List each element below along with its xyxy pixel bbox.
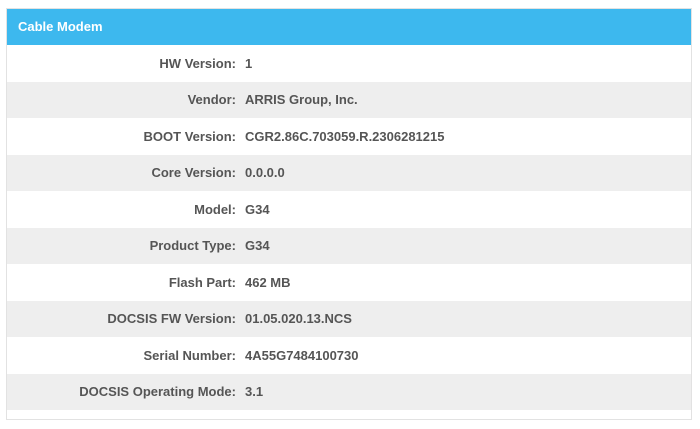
row-label: Vendor: <box>187 92 236 108</box>
row-value: 462 MB <box>245 274 291 290</box>
cable-modem-panel: Cable Modem HW Version: 1 Vendor: ARRIS … <box>6 8 692 420</box>
row-value: 0.0.0.0 <box>245 165 285 181</box>
row-product-type: Product Type: G34 <box>7 227 691 264</box>
row-value: G34 <box>245 201 270 217</box>
panel-title: Cable Modem <box>7 9 691 45</box>
row-value: 01.05.020.13.NCS <box>245 311 352 327</box>
row-hw-version: HW Version: 1 <box>7 45 691 82</box>
row-value: G34 <box>245 238 270 254</box>
row-boot-version: BOOT Version: CGR2.86C.703059.R.23062812… <box>7 118 691 155</box>
row-value: 3.1 <box>245 384 264 400</box>
row-docsis-fw-version: DOCSIS FW Version: 01.05.020.13.NCS <box>7 300 691 337</box>
row-model: Model: G34 <box>7 191 691 228</box>
row-label: Product Type: <box>149 238 236 254</box>
row-label: Model: <box>194 201 236 217</box>
row-vendor: Vendor: ARRIS Group, Inc. <box>7 81 691 118</box>
row-value: CGR2.86C.703059.R.2306281215 <box>245 128 445 144</box>
row-flash-part: Flash Part: 462 MB <box>7 264 691 301</box>
row-label: DOCSIS Operating Mode: <box>79 384 236 400</box>
row-label: Core Version: <box>151 165 236 181</box>
row-label: Serial Number: <box>143 347 236 363</box>
row-value: 4A55G7484100730 <box>245 347 359 363</box>
row-value: ARRIS Group, Inc. <box>245 92 358 108</box>
row-docsis-operating-mode: DOCSIS Operating Mode: 3.1 <box>7 373 691 410</box>
row-label: DOCSIS FW Version: <box>107 311 236 327</box>
row-label: HW Version: <box>159 55 236 71</box>
row-label: BOOT Version: <box>143 128 236 144</box>
info-table: HW Version: 1 Vendor: ARRIS Group, Inc. … <box>7 45 691 410</box>
row-label: Flash Part: <box>168 274 236 290</box>
row-serial-number: Serial Number: 4A55G7484100730 <box>7 337 691 374</box>
row-core-version: Core Version: 0.0.0.0 <box>7 154 691 191</box>
row-value: 1 <box>245 55 253 71</box>
